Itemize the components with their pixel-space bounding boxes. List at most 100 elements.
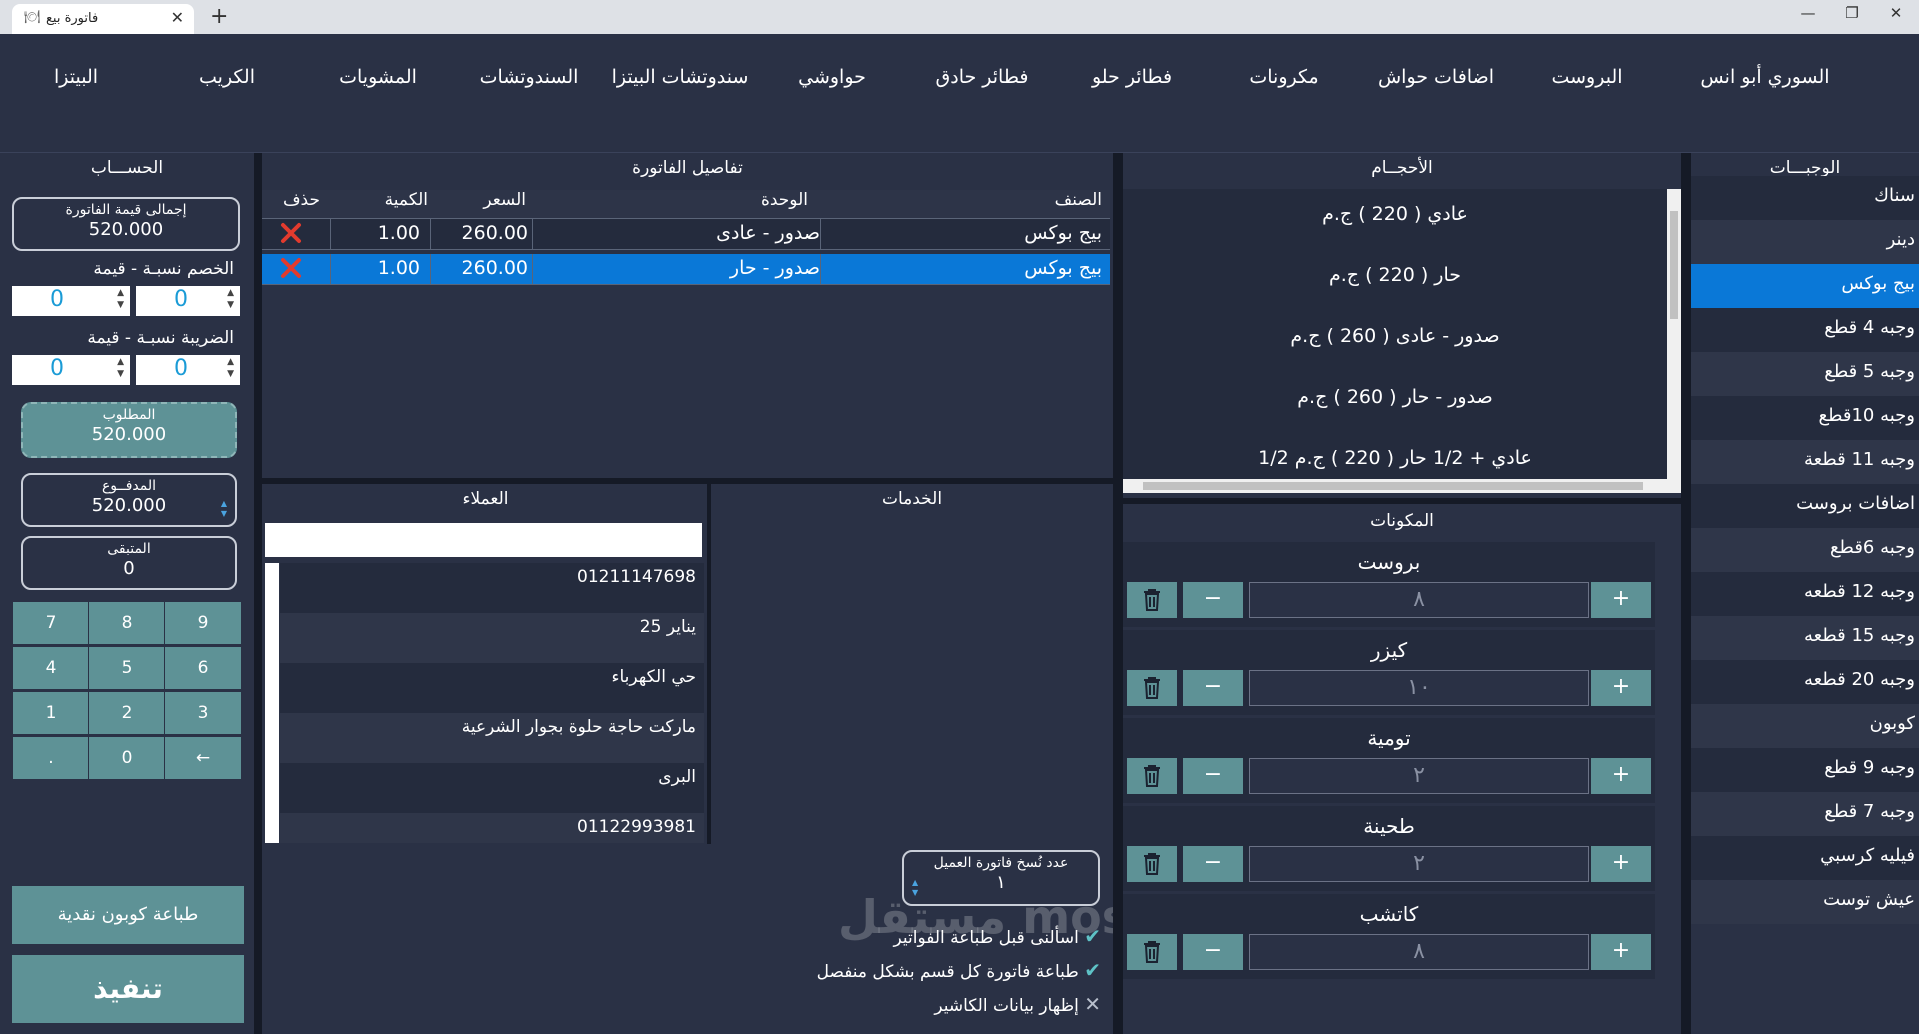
meal-item[interactable]: وجبه 6قطع	[1691, 528, 1919, 572]
meal-item[interactable]: وجبه 4 قطع	[1691, 308, 1919, 352]
trash-icon[interactable]	[1127, 846, 1177, 882]
category-item[interactable]: اضافات حواش	[1378, 66, 1494, 88]
meal-item[interactable]: وجبه 5 قطع	[1691, 352, 1919, 396]
meal-item[interactable]: وجبه 12 قطعه	[1691, 572, 1919, 616]
show-cashier-checkbox[interactable]: إظهار بيانات الكاشير ✕	[934, 992, 1101, 1016]
maximize-icon[interactable]: ❐	[1837, 4, 1867, 22]
list-item[interactable]: البرى	[280, 763, 704, 813]
category-item[interactable]: البيتزا	[54, 66, 98, 88]
meal-item[interactable]: بيج بوكس	[1691, 264, 1919, 308]
tax-value-stepper[interactable]: 0 ▲ ▼	[136, 355, 240, 385]
paid-value[interactable]: 520.000	[23, 495, 235, 516]
keypad-key[interactable]: 5	[88, 646, 166, 690]
stepper-arrows-icon[interactable]: ▲ ▼	[227, 356, 234, 380]
meal-item[interactable]: وجبه 20 قطعه	[1691, 660, 1919, 704]
stepper-arrows-icon[interactable]: ▲ ▼	[117, 356, 124, 380]
trash-icon[interactable]	[1127, 758, 1177, 794]
table-row[interactable]: بيج بوكس صدور - حار 260.00 1.00	[262, 254, 1110, 285]
meal-item[interactable]: وجبه 15 قطعه	[1691, 616, 1919, 660]
category-item[interactable]: مكرونات	[1249, 66, 1318, 88]
delete-icon[interactable]	[280, 222, 302, 244]
keypad-key[interactable]: 4	[12, 646, 90, 690]
discount-value-stepper[interactable]: 0 ▲ ▼	[136, 286, 240, 316]
meal-item[interactable]: فيليه كرسبي	[1691, 836, 1919, 880]
quantity-field[interactable]: ٢	[1249, 758, 1589, 794]
meal-item[interactable]: عيش توست	[1691, 880, 1919, 924]
minus-button[interactable]: −	[1183, 846, 1243, 882]
size-item[interactable]: صدور - حار ( 260 ) ج.م	[1123, 386, 1667, 408]
table-row[interactable]: بيج بوكس صدور - عادى 260.00 1.00	[262, 219, 1110, 250]
keypad-key[interactable]: 7	[12, 601, 90, 645]
keypad-key[interactable]: 1	[12, 691, 90, 735]
discount-percent-stepper[interactable]: 0 ▲ ▼	[12, 286, 130, 316]
trash-icon[interactable]	[1127, 934, 1177, 970]
plus-button[interactable]: +	[1591, 582, 1651, 618]
size-item[interactable]: عادي ( 220 ) ج.م	[1123, 203, 1667, 225]
meal-item[interactable]: اضافات بروست	[1691, 484, 1919, 528]
category-item[interactable]: الكريب	[199, 66, 255, 88]
plus-button[interactable]: +	[1591, 934, 1651, 970]
plus-button[interactable]: +	[1591, 846, 1651, 882]
stepper-arrows-icon[interactable]: ▲ ▼	[221, 499, 227, 519]
scrollbar[interactable]	[265, 563, 279, 843]
close-tab-icon[interactable]: ✕	[171, 8, 184, 27]
delete-icon[interactable]	[280, 257, 302, 279]
keypad-key[interactable]: 0	[88, 736, 166, 780]
keypad-key[interactable]: 9	[164, 601, 242, 645]
list-item[interactable]: ماركت حاجة حلوة بجوار الشرعية	[280, 713, 704, 763]
tax-percent-stepper[interactable]: 0 ▲ ▼	[12, 355, 130, 385]
category-item[interactable]: فطائر حلو	[1092, 66, 1172, 88]
meal-item[interactable]: وجبه 11 قطعة	[1691, 440, 1919, 484]
horizontal-scrollbar[interactable]	[1123, 479, 1681, 493]
minus-button[interactable]: −	[1183, 670, 1243, 706]
trash-icon[interactable]	[1127, 582, 1177, 618]
trash-icon[interactable]	[1127, 670, 1177, 706]
list-item[interactable]: 01211147698	[280, 563, 704, 613]
backspace-key[interactable]: ←	[164, 736, 242, 780]
quantity-field[interactable]: ٨	[1249, 934, 1589, 970]
keypad-key[interactable]: 6	[164, 646, 242, 690]
category-item[interactable]: السوري أبو انس	[1700, 66, 1829, 88]
plus-button[interactable]: +	[1591, 670, 1651, 706]
keypad-key[interactable]: 2	[88, 691, 166, 735]
list-item[interactable]: حي الكهرباء	[280, 663, 704, 713]
minus-button[interactable]: −	[1183, 758, 1243, 794]
paid-box[interactable]: المدفــوع 520.000 ▲ ▼	[21, 473, 237, 527]
category-item[interactable]: سندوتشات البيتزا	[612, 66, 749, 88]
quantity-field[interactable]: ٢	[1249, 846, 1589, 882]
size-item[interactable]: صدور - عادى ( 260 ) ج.م	[1123, 325, 1667, 347]
new-tab-button[interactable]: +	[210, 4, 228, 29]
meal-item[interactable]: وجبه 10قطع	[1691, 396, 1919, 440]
category-item[interactable]: حواوشي	[798, 66, 866, 88]
quantity-field[interactable]: ٨	[1249, 582, 1589, 618]
print-coupon-button[interactable]: طباعة كوبون نقدية	[12, 886, 244, 944]
execute-button[interactable]: تنفيذ	[12, 955, 244, 1023]
meal-item[interactable]: وجبه 9 قطع	[1691, 748, 1919, 792]
keypad-key[interactable]: .	[12, 736, 90, 780]
size-item[interactable]: حار ( 220 ) ج.م	[1123, 264, 1667, 286]
close-window-icon[interactable]: ✕	[1881, 4, 1911, 22]
keypad-key[interactable]: 8	[88, 601, 166, 645]
category-item[interactable]: السندوتشات	[480, 66, 579, 88]
vertical-scrollbar[interactable]	[1667, 189, 1681, 479]
customer-search-input[interactable]	[265, 523, 702, 557]
minimize-icon[interactable]: —	[1793, 4, 1823, 22]
plus-button[interactable]: +	[1591, 758, 1651, 794]
meal-item[interactable]: وجبه 7 قطع	[1691, 792, 1919, 836]
category-item[interactable]: المشويات	[339, 66, 417, 88]
minus-button[interactable]: −	[1183, 582, 1243, 618]
category-item[interactable]: فطائر حادق	[935, 66, 1028, 88]
print-each-section-checkbox[interactable]: طباعة فاتورة كل قسم بشكل منفصل ✔	[817, 958, 1101, 982]
list-item[interactable]: 01122993981	[280, 813, 704, 843]
stepper-arrows-icon[interactable]: ▲ ▼	[117, 287, 124, 311]
size-item[interactable]: 1/2 عادي + 1/2 حار ( 220 ) ج.م	[1123, 447, 1667, 469]
stepper-arrows-icon[interactable]: ▲ ▼	[227, 287, 234, 311]
meal-item[interactable]: سناك	[1691, 176, 1919, 220]
list-item[interactable]: يناير 25	[280, 613, 704, 663]
meal-item[interactable]: دينر	[1691, 220, 1919, 264]
meal-item[interactable]: كوبون	[1691, 704, 1919, 748]
minus-button[interactable]: −	[1183, 934, 1243, 970]
quantity-field[interactable]: ١٠	[1249, 670, 1589, 706]
tab-invoice[interactable]: 🍽 فاتورة بيع ✕	[12, 4, 194, 34]
category-item[interactable]: البروست	[1551, 66, 1622, 88]
